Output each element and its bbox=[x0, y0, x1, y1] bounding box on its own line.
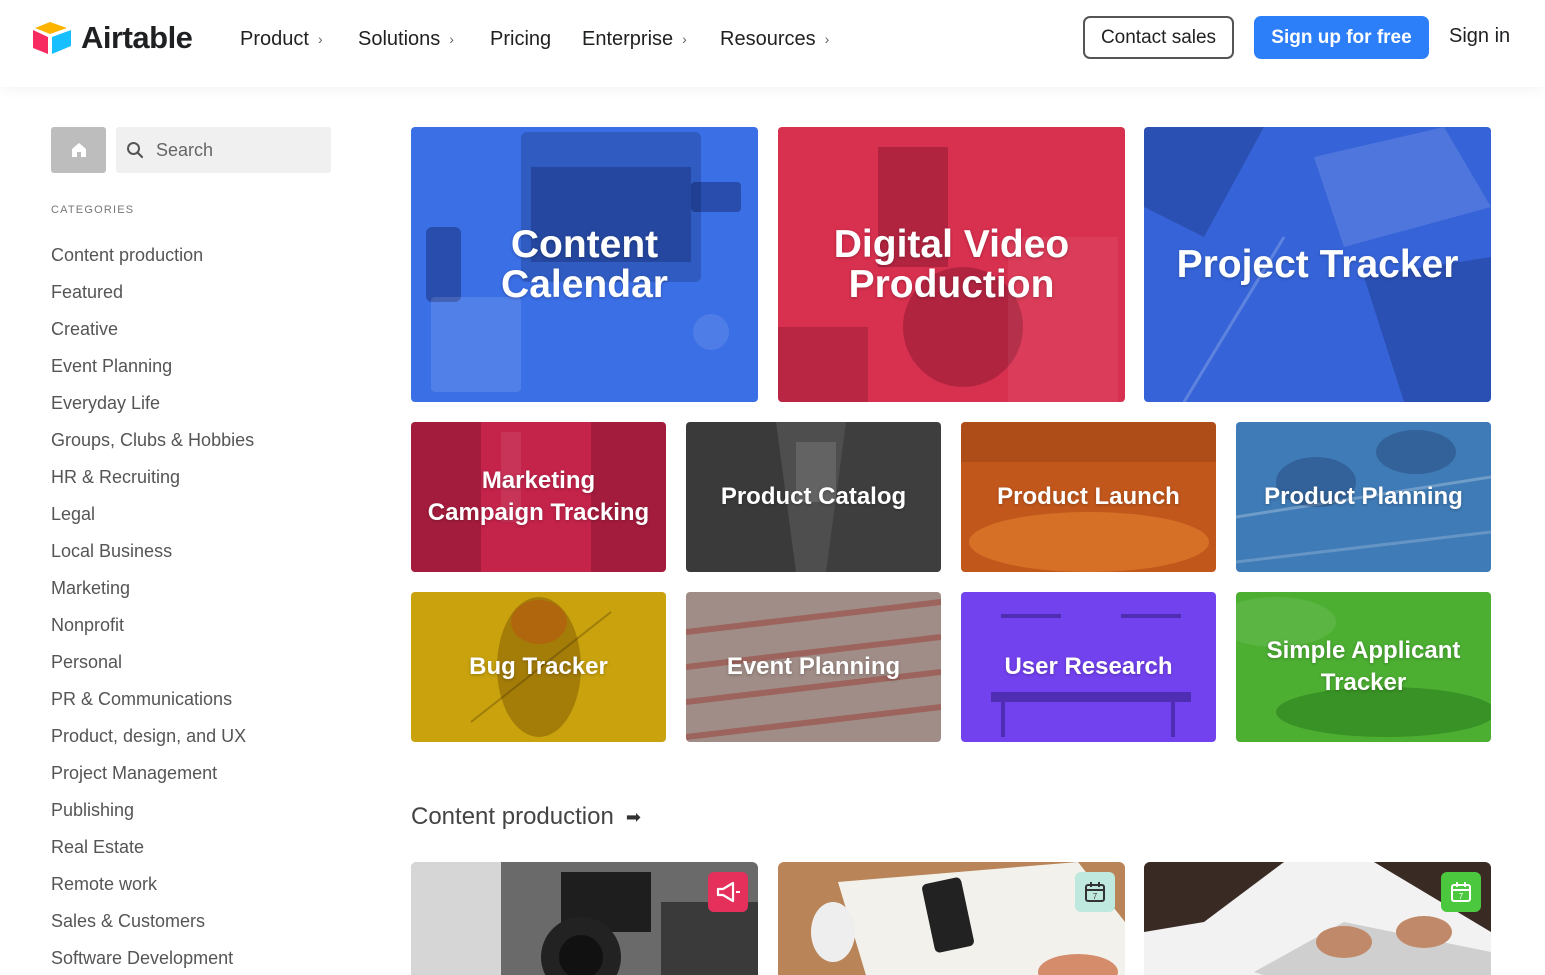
template-tile-marketing-campaign-tracking[interactable]: Marketing Campaign Tracking bbox=[411, 422, 666, 572]
tile-title-line1: Simple Applicant bbox=[1266, 637, 1461, 664]
arrow-right-icon: ➡ bbox=[625, 806, 641, 827]
category-pr-communications[interactable]: PR & Communications bbox=[51, 681, 254, 718]
calendar-icon: 7 bbox=[1075, 872, 1115, 912]
template-tile-digital-video-production[interactable]: Digital Video Production bbox=[778, 127, 1125, 402]
top-navigation: Airtable Product › Solutions › Pricing E… bbox=[0, 0, 1545, 87]
nav-product[interactable]: Product › bbox=[240, 25, 323, 53]
chevron-right-icon: › bbox=[682, 31, 687, 47]
tile-title: User Research bbox=[1004, 651, 1172, 683]
tile-title-line1: User Research bbox=[1004, 653, 1173, 680]
airtable-logo-icon bbox=[33, 22, 71, 54]
svg-text:7: 7 bbox=[1093, 892, 1098, 901]
tile-title: Product Catalog bbox=[721, 481, 906, 513]
chevron-right-icon: › bbox=[824, 31, 830, 47]
template-tile-product-launch[interactable]: Product Launch bbox=[961, 422, 1216, 572]
tile-title: Event Planning bbox=[727, 651, 900, 683]
megaphone-icon bbox=[708, 872, 748, 912]
section-heading-content-production[interactable]: Content production ➡ bbox=[411, 803, 641, 831]
nav-product-label: Product bbox=[240, 27, 309, 50]
search-icon bbox=[127, 142, 144, 159]
tile-title-line2: Campaign Tracking bbox=[427, 499, 650, 526]
template-tile-simple-applicant-tracker[interactable]: Simple Applicant Tracker bbox=[1236, 592, 1491, 742]
tile-title: Product Launch bbox=[997, 481, 1180, 513]
tile-title-line1: Content bbox=[510, 222, 659, 266]
tile-title-line1: Product Catalog bbox=[720, 483, 907, 510]
brand-name: Airtable bbox=[81, 20, 193, 55]
airtable-logo[interactable]: Airtable bbox=[31, 18, 193, 58]
category-legal[interactable]: Legal bbox=[51, 496, 254, 533]
nav-resources[interactable]: Resources › bbox=[720, 25, 829, 53]
template-tile-product-catalog[interactable]: Product Catalog bbox=[686, 422, 941, 572]
category-publishing[interactable]: Publishing bbox=[51, 792, 254, 829]
category-remote-work[interactable]: Remote work bbox=[51, 866, 254, 903]
category-creative[interactable]: Creative bbox=[51, 311, 254, 348]
category-software-development[interactable]: Software Development bbox=[51, 940, 254, 975]
template-card[interactable]: 7 bbox=[778, 862, 1125, 975]
tile-title: Simple Applicant Tracker bbox=[1267, 635, 1461, 699]
template-tile-user-research[interactable]: User Research bbox=[961, 592, 1216, 742]
nav-pricing[interactable]: Pricing bbox=[490, 25, 551, 53]
template-tile-content-calendar[interactable]: Content Calendar bbox=[411, 127, 758, 402]
sign-up-button[interactable]: Sign up for free bbox=[1254, 16, 1429, 59]
template-card[interactable] bbox=[411, 862, 758, 975]
tile-title: Marketing Campaign Tracking bbox=[428, 465, 649, 529]
tile-title-line1: Project Tracker bbox=[1176, 242, 1459, 286]
video-camera-photo bbox=[411, 862, 758, 975]
tile-title: Bug Tracker bbox=[469, 651, 608, 683]
home-icon bbox=[71, 143, 86, 157]
tile-title-line1: Event Planning bbox=[726, 653, 901, 680]
chevron-right-icon: › bbox=[449, 31, 454, 47]
category-content-production[interactable]: Content production bbox=[51, 237, 254, 274]
category-nonprofit[interactable]: Nonprofit bbox=[51, 607, 254, 644]
category-local-business[interactable]: Local Business bbox=[51, 533, 254, 570]
category-project-management[interactable]: Project Management bbox=[51, 755, 254, 792]
category-hr-recruiting[interactable]: HR & Recruiting bbox=[51, 459, 254, 496]
search-input[interactable] bbox=[156, 139, 316, 161]
nav-solutions-label: Solutions bbox=[358, 27, 441, 50]
tile-title: Project Tracker bbox=[1176, 242, 1459, 286]
nav-enterprise[interactable]: Enterprise › bbox=[582, 25, 687, 53]
tile-title-line1: Marketing bbox=[481, 467, 596, 494]
tile-title-line1: Digital Video bbox=[833, 222, 1070, 266]
tile-title-line1: Bug Tracker bbox=[469, 653, 608, 680]
category-featured[interactable]: Featured bbox=[51, 274, 254, 311]
contact-sales-button[interactable]: Contact sales bbox=[1083, 16, 1234, 59]
template-tile-product-planning[interactable]: Product Planning bbox=[1236, 422, 1491, 572]
tile-title-line1: Product Launch bbox=[997, 483, 1180, 510]
nav-solutions[interactable]: Solutions › bbox=[358, 25, 454, 53]
chevron-right-icon: › bbox=[317, 31, 323, 47]
tile-title: Digital Video Production bbox=[833, 222, 1070, 306]
nav-pricing-label: Pricing bbox=[490, 27, 552, 50]
category-marketing[interactable]: Marketing bbox=[51, 570, 254, 607]
home-button[interactable] bbox=[51, 127, 106, 173]
calendar-icon: 7 bbox=[1441, 872, 1481, 912]
tile-title-line2: Tracker bbox=[1320, 669, 1407, 696]
category-groups-clubs-hobbies[interactable]: Groups, Clubs & Hobbies bbox=[51, 422, 254, 459]
tile-title-line1: Product Planning bbox=[1264, 483, 1463, 510]
category-real-estate[interactable]: Real Estate bbox=[51, 829, 254, 866]
category-personal[interactable]: Personal bbox=[51, 644, 254, 681]
tile-title: Product Planning bbox=[1264, 481, 1463, 513]
sign-in-link[interactable]: Sign in bbox=[1449, 25, 1510, 48]
category-list: Content production Featured Creative Eve… bbox=[51, 237, 254, 975]
category-product-design-ux[interactable]: Product, design, and UX bbox=[51, 718, 254, 755]
category-sales-customers[interactable]: Sales & Customers bbox=[51, 903, 254, 940]
laptop-typing-photo bbox=[1144, 862, 1491, 975]
template-tile-event-planning[interactable]: Event Planning bbox=[686, 592, 941, 742]
planning-desk-photo bbox=[778, 862, 1125, 975]
category-event-planning[interactable]: Event Planning bbox=[51, 348, 254, 385]
svg-text:7: 7 bbox=[1459, 892, 1464, 901]
tile-title-line2: Production bbox=[848, 262, 1055, 306]
section-title-text: Content production bbox=[411, 803, 614, 830]
template-card[interactable]: 7 bbox=[1144, 862, 1491, 975]
categories-heading: CATEGORIES bbox=[51, 204, 135, 216]
template-tile-project-tracker[interactable]: Project Tracker bbox=[1144, 127, 1491, 402]
tile-title-line2: Calendar bbox=[501, 262, 668, 306]
tile-title: Content Calendar bbox=[501, 222, 668, 306]
nav-resources-label: Resources bbox=[720, 27, 816, 50]
category-everyday-life[interactable]: Everyday Life bbox=[51, 385, 254, 422]
search-box[interactable] bbox=[116, 127, 331, 173]
template-tile-bug-tracker[interactable]: Bug Tracker bbox=[411, 592, 666, 742]
nav-enterprise-label: Enterprise bbox=[582, 27, 674, 50]
